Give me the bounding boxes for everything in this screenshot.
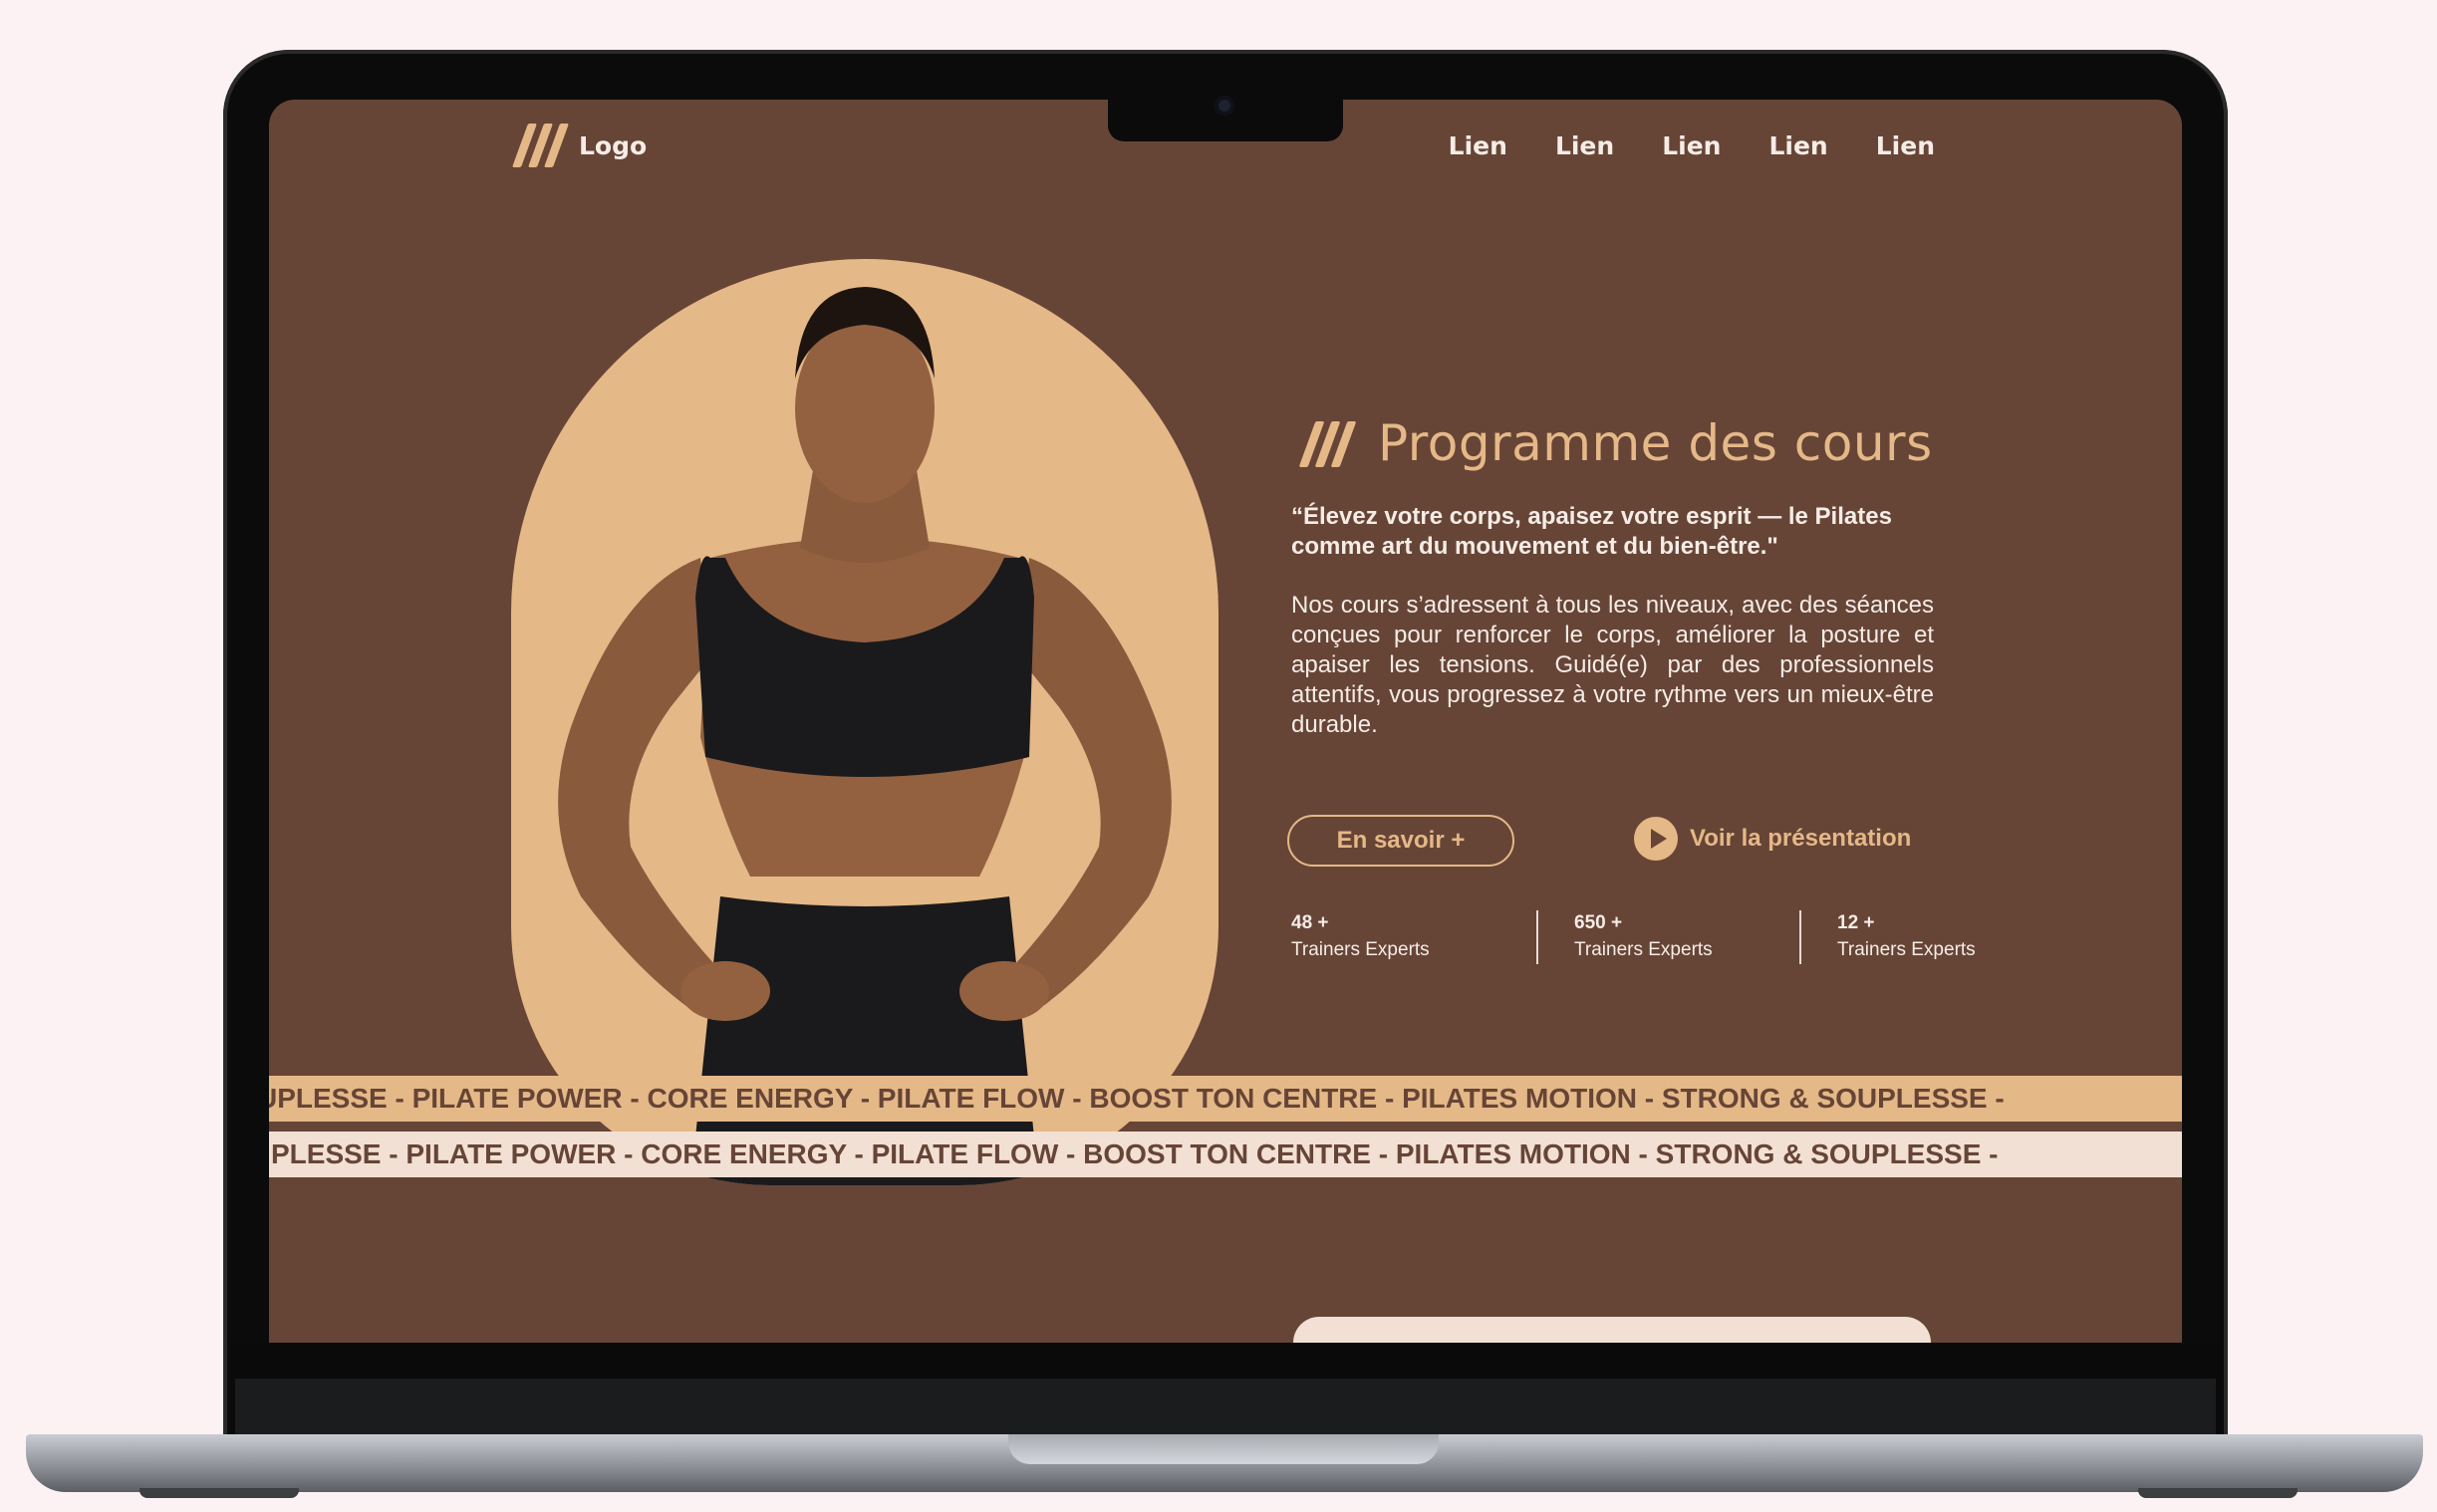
stat-label: Trainers Experts	[1837, 939, 1976, 960]
stat-value: 48 +	[1291, 912, 1329, 933]
logo-text: Logo	[579, 130, 648, 160]
camera-icon	[1215, 96, 1234, 116]
page-title: Programme des cours	[1378, 414, 1933, 472]
heading-slashes-icon	[1298, 419, 1357, 467]
marquee-band-secondary: PLESSE - PILATE POWER - CORE ENERGY - PI…	[269, 1132, 2182, 1177]
stat-label: Trainers Experts	[1291, 939, 1430, 960]
nav-link-3[interactable]: Lien	[1662, 131, 1721, 160]
marquee-text: UPLESSE - PILATE POWER - CORE ENERGY - P…	[269, 1083, 2005, 1114]
site-logo[interactable]: Logo	[511, 122, 647, 169]
laptop-opening-lip	[1008, 1434, 1439, 1464]
stat-item: 12 + Trainers Experts	[1799, 910, 2036, 964]
website-screen: Logo Lien Lien Lien Lien Lien Programme …	[269, 100, 2182, 1343]
learn-more-button[interactable]: En savoir +	[1287, 815, 1514, 867]
hero-photo	[511, 259, 1218, 1185]
marquee-band-primary: UPLESSE - PILATE POWER - CORE ENERGY - P…	[269, 1076, 2182, 1122]
next-section-card	[1293, 1317, 1931, 1343]
stat-value: 12 +	[1837, 912, 1875, 933]
laptop-hinge-strip	[235, 1379, 2216, 1434]
hero-quote: “Élevez votre corps, apaisez votre espri…	[1291, 503, 1892, 560]
stat-label: Trainers Experts	[1574, 939, 1713, 960]
nav-link-2[interactable]: Lien	[1555, 131, 1614, 160]
hero-description: Nos cours s’adressent à tous les niveaux…	[1291, 592, 1934, 738]
nav-link-4[interactable]: Lien	[1768, 131, 1827, 160]
laptop-foot-right	[2138, 1488, 2298, 1498]
nav-link-5[interactable]: Lien	[1876, 131, 1935, 160]
section-heading: Programme des cours	[1298, 414, 1933, 472]
stat-value: 650 +	[1574, 912, 1623, 933]
stats-row: 48 + Trainers Experts 650 + Trainers Exp…	[1291, 910, 2036, 964]
play-icon	[1634, 817, 1678, 861]
watch-presentation-label: Voir la présentation	[1690, 825, 1912, 852]
logo-slashes-icon	[511, 122, 570, 169]
stat-item: 650 + Trainers Experts	[1536, 910, 1773, 964]
watch-presentation-button[interactable]: Voir la présentation	[1634, 817, 1911, 861]
nav-link-1[interactable]: Lien	[1449, 131, 1507, 160]
laptop-foot-left	[139, 1488, 299, 1498]
main-nav: Lien Lien Lien Lien Lien	[1449, 131, 1935, 160]
woman-figure-illustration	[558, 287, 1172, 1185]
stat-item: 48 + Trainers Experts	[1291, 910, 1510, 964]
marquee-text: PLESSE - PILATE POWER - CORE ENERGY - PI…	[271, 1138, 1999, 1169]
